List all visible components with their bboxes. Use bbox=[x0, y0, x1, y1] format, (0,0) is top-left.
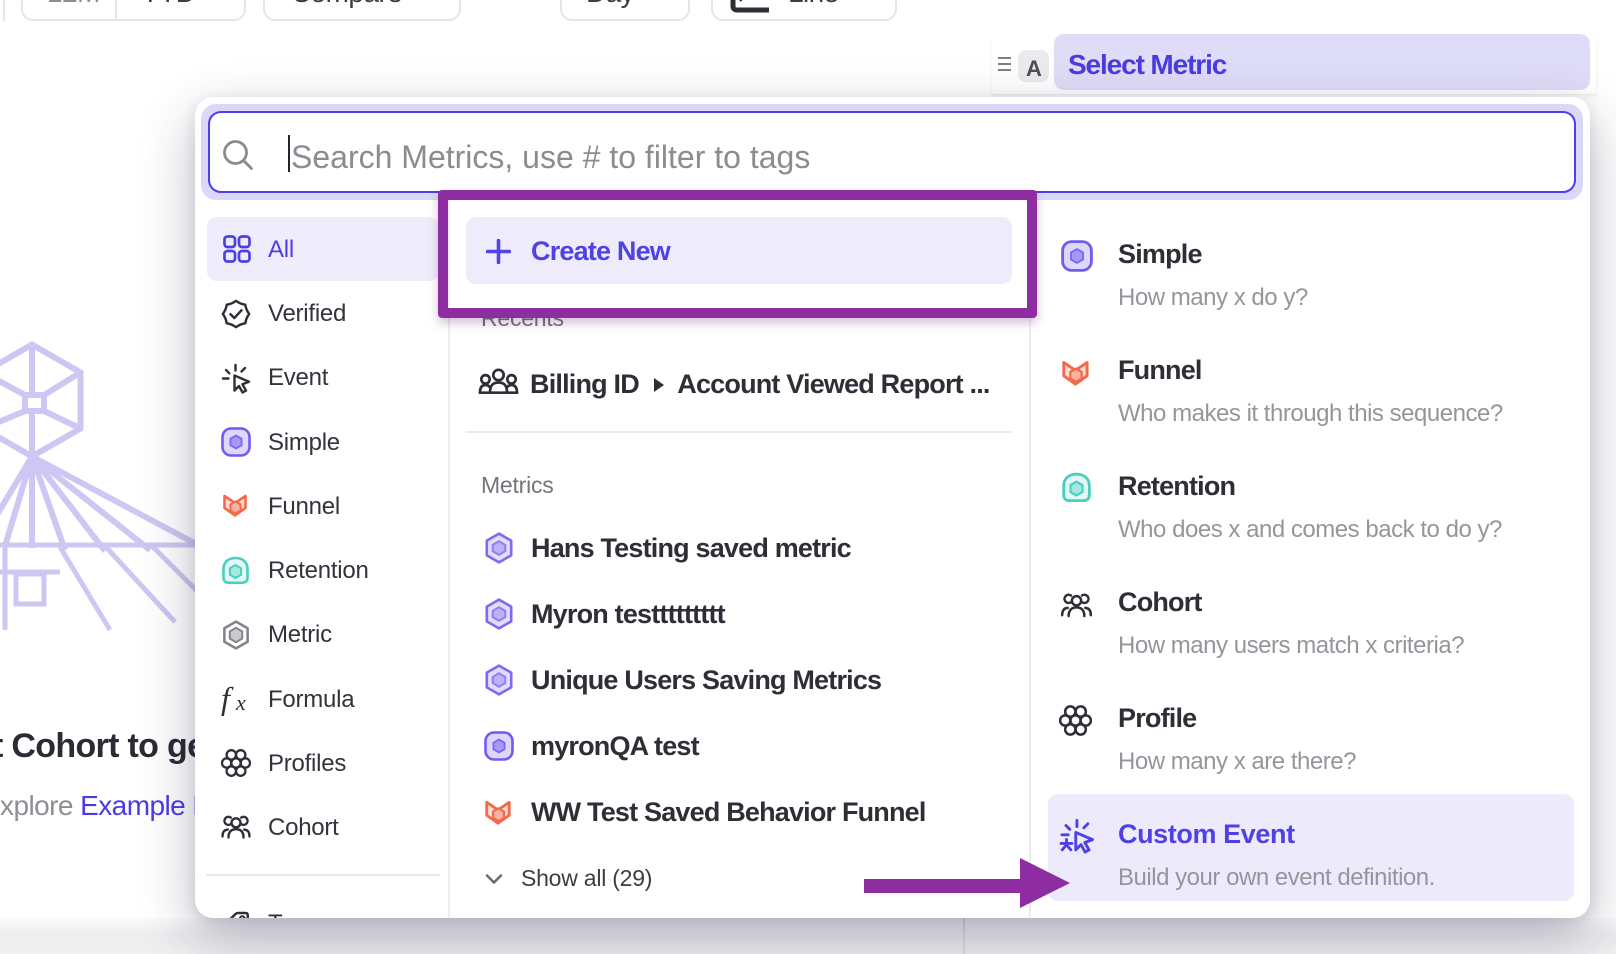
svg-text:x: x bbox=[235, 690, 246, 715]
svg-text:f: f bbox=[221, 684, 234, 716]
